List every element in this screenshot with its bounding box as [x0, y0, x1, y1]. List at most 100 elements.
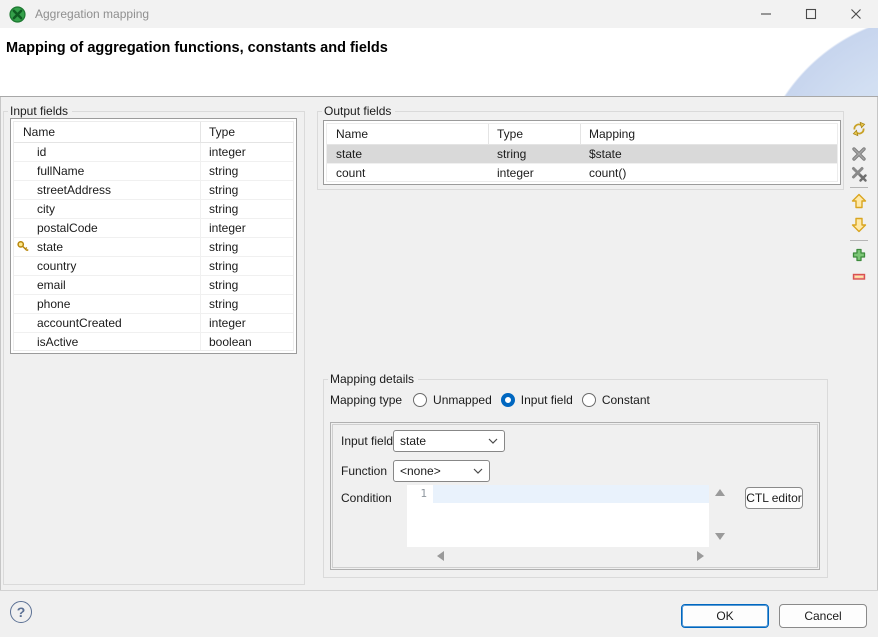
radio-icon	[413, 393, 427, 407]
field-type: integer	[209, 316, 246, 330]
input-column-header-type[interactable]: Type	[201, 122, 293, 142]
field-mapping: $state	[589, 147, 622, 161]
input-field-combo-value: state	[400, 434, 488, 448]
mapping-type-radio-constant[interactable]: Constant	[582, 393, 650, 407]
chevron-down-icon	[473, 468, 483, 474]
input-table-row[interactable]: state string	[14, 238, 293, 257]
mapping-type-radio-input-field[interactable]: Input field	[501, 393, 573, 407]
input-column-header-name[interactable]: Name	[14, 122, 201, 142]
output-column-header-type[interactable]: Type	[489, 124, 581, 144]
scroll-left-arrow[interactable]	[437, 551, 444, 561]
field-name: state	[37, 240, 63, 254]
ok-button[interactable]: OK	[681, 604, 769, 628]
field-type: string	[209, 164, 238, 178]
condition-current-line[interactable]	[433, 485, 709, 503]
delete-icon[interactable]	[851, 146, 867, 162]
input-table-row[interactable]: accountCreated integer	[14, 314, 293, 333]
delete-all-icon[interactable]	[851, 166, 867, 182]
field-name: accountCreated	[37, 316, 122, 330]
scroll-right-arrow[interactable]	[697, 551, 704, 561]
help-button[interactable]: ?	[10, 601, 32, 623]
field-type: string	[209, 259, 238, 273]
maximize-icon	[805, 8, 817, 20]
condition-line-number-gutter: 1	[407, 485, 433, 547]
minimize-icon	[760, 8, 772, 20]
ctl-editor-button[interactable]: CTL editor	[745, 487, 803, 509]
output-table-body: state string $state count integer count(…	[327, 145, 837, 182]
output-fields-group-label: Output fields	[322, 104, 395, 118]
field-type: integer	[209, 145, 246, 159]
scroll-up-arrow[interactable]	[715, 489, 725, 496]
input-table-row[interactable]: isActive boolean	[14, 333, 293, 351]
field-type: string	[209, 297, 238, 311]
scroll-down-arrow[interactable]	[715, 533, 725, 540]
field-name: state	[336, 147, 362, 161]
close-icon	[850, 8, 862, 20]
output-column-header-name[interactable]: Name	[327, 124, 489, 144]
input-table-row[interactable]: phone string	[14, 295, 293, 314]
key-icon	[16, 240, 30, 254]
field-type: string	[209, 183, 238, 197]
condition-label: Condition	[341, 491, 392, 505]
input-table-row[interactable]: postalCode integer	[14, 219, 293, 238]
condition-editor[interactable]	[433, 485, 709, 547]
move-down-icon[interactable]	[851, 217, 867, 233]
field-name: city	[37, 202, 55, 216]
function-combo[interactable]: <none>	[393, 460, 490, 482]
input-table-row[interactable]: streetAddress string	[14, 181, 293, 200]
field-mapping: count()	[589, 166, 626, 180]
maximize-button[interactable]	[788, 0, 833, 28]
mapping-type-row: Mapping type Unmapped Input field Consta…	[330, 390, 650, 410]
input-table-row[interactable]: country string	[14, 257, 293, 276]
banner-decoration	[638, 28, 878, 96]
mapping-type-radio-unmapped[interactable]: Unmapped	[413, 393, 492, 407]
minimize-button[interactable]	[743, 0, 788, 28]
field-type: string	[209, 278, 238, 292]
mapping-details-panel: Input field state Function <none> Condit…	[330, 422, 820, 570]
field-name: postalCode	[37, 221, 98, 235]
field-name: streetAddress	[37, 183, 111, 197]
clover-app-icon	[9, 6, 26, 23]
output-column-header-mapping[interactable]: Mapping	[581, 124, 837, 144]
input-table-row[interactable]: email string	[14, 276, 293, 295]
input-field-label: Input field	[341, 434, 393, 448]
input-table-header: Name Type	[14, 122, 293, 143]
input-table-row[interactable]: id integer	[14, 143, 293, 162]
field-type: string	[209, 240, 238, 254]
field-name: fullName	[37, 164, 84, 178]
field-name: email	[37, 278, 66, 292]
aggregation-mapping-dialog: Aggregation mapping Mapping of aggregati…	[0, 0, 878, 637]
field-type: string	[497, 147, 526, 161]
output-table-row[interactable]: count integer count()	[327, 164, 837, 182]
move-up-icon[interactable]	[851, 193, 867, 209]
field-type: string	[209, 202, 238, 216]
input-table-row[interactable]: fullName string	[14, 162, 293, 181]
function-combo-value: <none>	[400, 464, 473, 478]
mapping-type-label: Mapping type	[330, 393, 402, 407]
auto-map-icon[interactable]	[851, 121, 867, 137]
field-name: phone	[37, 297, 70, 311]
titlebar: Aggregation mapping	[0, 0, 878, 28]
radio-label: Unmapped	[433, 393, 492, 407]
input-fields-table: Name Type id integer fullName string	[10, 118, 297, 354]
output-table-row[interactable]: state string $state	[327, 145, 837, 164]
toolbar-separator	[850, 240, 868, 241]
line-number: 1	[420, 487, 427, 500]
remove-field-icon[interactable]	[851, 269, 867, 285]
add-field-icon[interactable]	[851, 247, 867, 263]
input-table-body: id integer fullName string streetAddress…	[14, 143, 293, 351]
output-table-header: Name Type Mapping	[327, 124, 837, 145]
toolbar-separator	[850, 187, 868, 188]
chevron-down-icon	[488, 438, 498, 444]
radio-icon	[501, 393, 515, 407]
input-table-row[interactable]: city string	[14, 200, 293, 219]
field-name: isActive	[37, 335, 78, 349]
cancel-button[interactable]: Cancel	[779, 604, 867, 628]
page-title: Mapping of aggregation functions, consta…	[6, 40, 388, 56]
input-field-combo[interactable]: state	[393, 430, 505, 452]
close-button[interactable]	[833, 0, 878, 28]
field-type: boolean	[209, 335, 252, 349]
input-fields-group-label: Input fields	[8, 104, 72, 118]
field-type: integer	[497, 166, 534, 180]
function-label: Function	[341, 464, 387, 478]
